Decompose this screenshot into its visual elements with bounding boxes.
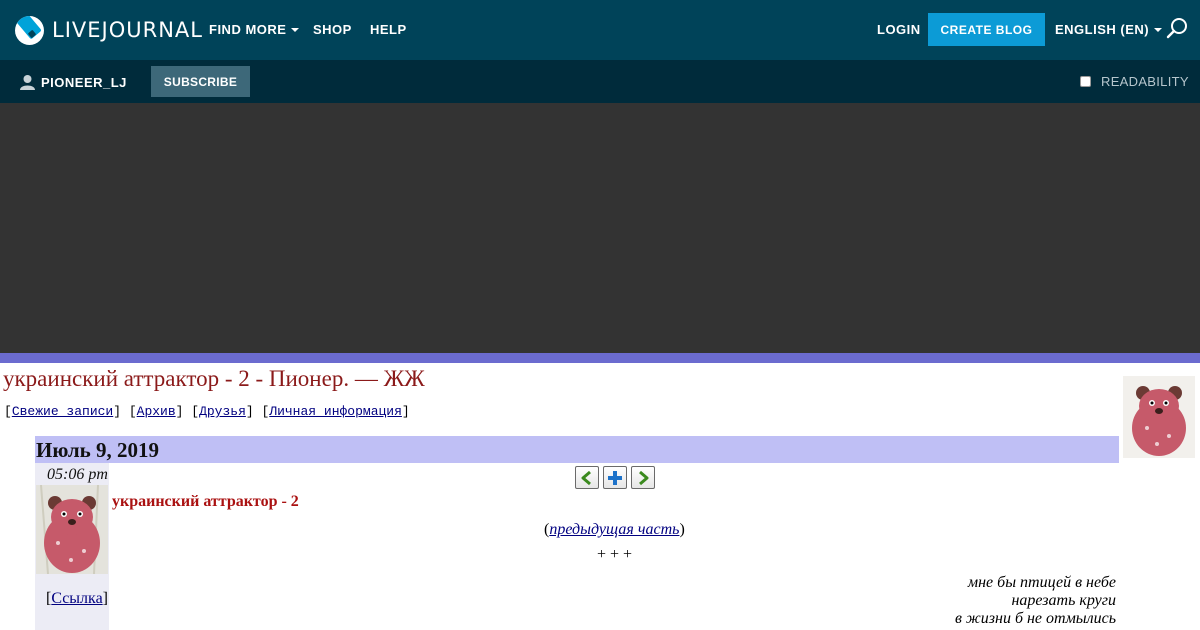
section-separator: + + + (597, 546, 633, 563)
journal-title: украинский аттрактор - 2 - Пионер. — ЖЖ (3, 366, 425, 391)
entry-navigation-buttons (575, 466, 655, 489)
entry-permalink: [Ссылка] (46, 590, 108, 607)
previous-entry-button[interactable] (575, 466, 599, 489)
create-blog-button[interactable]: CREATE BLOG (928, 13, 1045, 46)
nav-profile[interactable]: Личная информация (269, 404, 402, 419)
poem-line: мне бы птицей в небе (967, 574, 1116, 591)
poem-line: в жизни б не отмылись (954, 610, 1116, 627)
permalink-link[interactable]: Ссылка (51, 590, 102, 607)
journal-owner[interactable]: PIONEER_LJ (20, 74, 127, 90)
entry-time: 05:06 pm (47, 466, 108, 483)
find-more-menu[interactable]: FIND MORE (209, 22, 300, 37)
entry-title: украинский аттрактор - 2 (112, 493, 299, 510)
entry-date-bar: Июль 9, 2019 (35, 436, 1119, 463)
user-icon (20, 75, 35, 90)
chevron-down-icon (1154, 27, 1163, 32)
language-label: ENGLISH (EN) (1055, 22, 1150, 37)
entry-date: Июль 9, 2019 (36, 438, 159, 462)
shop-link[interactable]: SHOP (313, 22, 352, 37)
readability-label: READABILITY (1101, 74, 1189, 89)
add-to-memories-button[interactable] (603, 466, 627, 489)
journal-user-bar: PIONEER_LJ SUBSCRIBE READABILITY (0, 60, 1200, 103)
readability-checkbox[interactable] (1080, 76, 1091, 87)
previous-part-link[interactable]: предыдущая часть (549, 521, 679, 538)
livejournal-logo-icon (15, 15, 44, 45)
help-link[interactable]: HELP (370, 22, 407, 37)
search-icon[interactable] (1166, 17, 1188, 39)
readability-toggle[interactable]: READABILITY (1080, 74, 1189, 89)
nav-recent-entries[interactable]: Свежие записи (12, 404, 113, 419)
logo-text: LIVEJOURNAL (52, 18, 203, 42)
login-link[interactable]: LOGIN (877, 22, 921, 37)
top-navigation-bar: LIVEJOURNAL FIND MORE SHOP HELP LOGIN CR… (0, 0, 1200, 60)
ad-banner-area (0, 103, 1200, 353)
nav-friends[interactable]: Друзья (199, 404, 246, 419)
next-entry-button[interactable] (631, 466, 655, 489)
chevron-down-icon (291, 27, 300, 32)
previous-part: (предыдущая часть) (544, 521, 685, 538)
journal-header-strip (0, 353, 1200, 363)
livejournal-logo[interactable]: LIVEJOURNAL (15, 15, 203, 45)
subscribe-button[interactable]: SUBSCRIBE (151, 66, 250, 97)
journal-username: PIONEER_LJ (41, 74, 127, 90)
arrow-left-icon (581, 470, 591, 485)
nav-archive[interactable]: Архив (137, 404, 176, 419)
arrow-right-icon (639, 470, 649, 485)
poem-line: нарезать круги (1011, 592, 1116, 609)
journal-navigation: [Свежие записи] [Архив] [Друзья] [Личная… (4, 404, 410, 419)
find-more-label: FIND MORE (209, 22, 287, 37)
entry-meta-column: 05:06 pm [Ссылка] (35, 463, 109, 630)
plus-icon (608, 470, 622, 485)
poem-text: мне бы птицей в небе нарезать круги в жи… (955, 574, 1116, 628)
language-selector[interactable]: ENGLISH (EN) (1055, 22, 1163, 37)
journal-userpic (1123, 376, 1195, 458)
entry-userpic (36, 485, 108, 574)
